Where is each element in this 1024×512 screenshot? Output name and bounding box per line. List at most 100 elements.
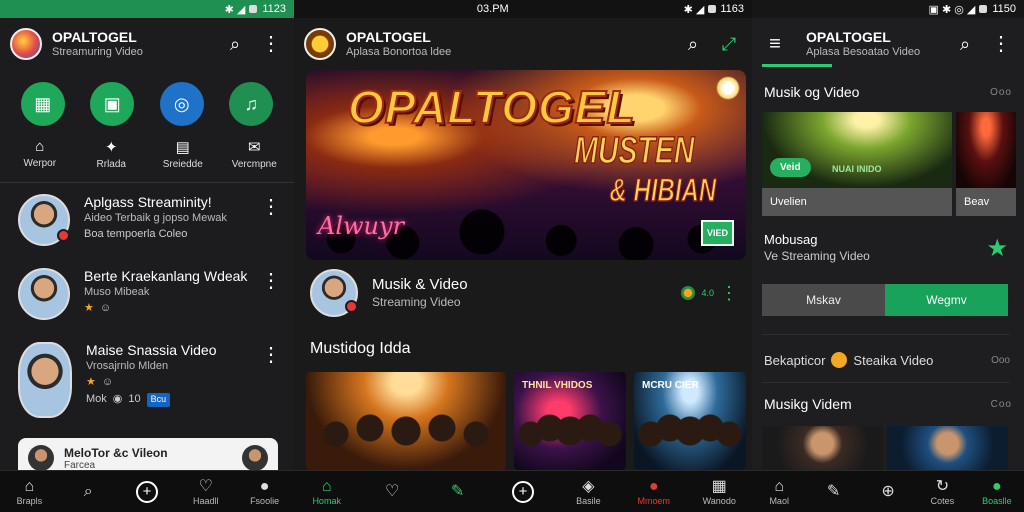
nav-edit[interactable]: ✎	[806, 483, 860, 501]
person-icon: ●	[259, 477, 270, 495]
section-header: Musikg Videm Coo	[764, 396, 1012, 412]
list-item[interactable]: Maise Snassia Video Vrosajrnlo Mlden ★ ☺ …	[0, 334, 294, 424]
live-badge	[345, 300, 358, 313]
add-icon: +	[511, 480, 534, 503]
app-title: OPALTOGEL	[346, 29, 431, 45]
heart-icon: ♡	[384, 482, 400, 500]
quick-link-star[interactable]: ✦ Rrlada	[78, 138, 144, 170]
nav-shield[interactable]: ◈ Basile	[560, 478, 616, 506]
nav-add[interactable]: +	[119, 480, 175, 503]
menu-icon[interactable]: ≡	[762, 31, 788, 57]
channel-subtitle: Streaming Video	[372, 294, 461, 309]
video-thumbnail[interactable]: THNIL VHIDOS	[514, 372, 626, 470]
status-icons: ▣ ✱ ◎ ◢	[929, 3, 988, 16]
app-bar: OPALTOGEL Aplasa Bonortoa ldee ⌕ ⤢	[294, 18, 752, 70]
star-icon[interactable]: ★	[986, 234, 1008, 263]
channel-row[interactable]: Musik & Video Streaming Video 4.0 ⋮	[310, 266, 738, 320]
list-item[interactable]: Aplgass Streaminity! Aideo Terbaik g jop…	[0, 186, 294, 260]
music-icon[interactable]: ♫	[229, 82, 274, 126]
spotlight-icon	[716, 76, 740, 100]
add-icon: +	[135, 480, 158, 503]
section-more[interactable]: Coo	[991, 399, 1012, 410]
video-thumbnail[interactable]	[306, 372, 506, 470]
nav-edit[interactable]: ✎	[430, 483, 486, 501]
quick-link-home[interactable]: ⌂ Werpor	[7, 138, 73, 170]
more-icon[interactable]: ⋮	[258, 194, 284, 220]
nav-home[interactable]: ⌂ Brapls	[1, 478, 57, 506]
nav-add[interactable]: +	[495, 480, 551, 503]
hero-line2: MUSTEN	[573, 129, 694, 173]
card-tag: NUAI INIDO	[832, 164, 882, 174]
more-icon[interactable]: ⋮	[258, 31, 284, 57]
avatar	[242, 445, 268, 471]
segment-option[interactable]: Mskav	[762, 284, 885, 316]
play-pill[interactable]: Veid	[770, 158, 811, 177]
home-icon: ⌂	[24, 477, 35, 495]
compass-icon[interactable]: ◎	[159, 82, 204, 126]
card-caption: Uvelien	[762, 188, 952, 216]
nav-record[interactable]: ● Mmoem	[626, 478, 682, 506]
hero-badge[interactable]: VIED	[700, 220, 734, 246]
video-thumbnail[interactable]	[762, 426, 883, 470]
nav-globe[interactable]: ⊕	[861, 483, 915, 501]
status-icons: ✱ ◢ 1163	[683, 3, 744, 16]
nav-refresh[interactable]: ↻ Cotes	[915, 478, 969, 506]
nav-calendar[interactable]: ▦ Wanodo	[691, 478, 747, 506]
more-icon[interactable]: ⋮	[258, 268, 284, 294]
video-thumbnail[interactable]: MCRU CIER	[634, 372, 746, 470]
card-caption: Beav	[956, 188, 1016, 216]
list-item[interactable]: Berte Kraekanlang Wdeak Muso Mibeak ★ ☺ ⋮	[0, 260, 294, 334]
nav-label: Homak	[312, 495, 341, 506]
pen-icon: ✎	[450, 482, 465, 500]
category-row: ▦ ▣ ◎ ♫	[0, 82, 294, 126]
mail-icon: ✉	[247, 139, 261, 156]
avatar	[310, 269, 358, 317]
nav-profile[interactable]: ● Boaslle	[970, 478, 1024, 506]
nav-heart[interactable]: ♡ Haadll	[178, 478, 234, 506]
divider	[0, 182, 294, 183]
section-header: Musik og Video Ooo	[764, 84, 1012, 100]
film-icon[interactable]: ▦	[20, 82, 65, 126]
avatar	[28, 445, 54, 471]
nav-profile[interactable]: ● Fsoolie	[237, 478, 293, 506]
quick-link-chat[interactable]: ▤ Sreiedde	[150, 138, 216, 170]
more-icon[interactable]: ⋮	[258, 342, 284, 368]
video-card[interactable]: Beav	[956, 112, 1016, 216]
concert-image	[956, 112, 1016, 188]
nav-search[interactable]: ⌕	[60, 483, 116, 501]
search-icon[interactable]: ⌕	[222, 31, 248, 57]
hero-banner[interactable]: OPALTOGEL MUSTEN & HIBIAN Alwuyr VIED	[306, 70, 746, 260]
hero-title: OPALTOGEL	[347, 80, 636, 134]
section-more[interactable]: Ooo	[990, 87, 1012, 98]
globe-icon: ⊕	[881, 482, 895, 500]
app-title: OPALTOGEL	[806, 29, 891, 45]
quick-link-mail[interactable]: ✉ Vercmpne	[221, 138, 287, 170]
nav-label: Cotes	[930, 495, 955, 506]
star-icon: ★	[84, 302, 94, 315]
nav-label: Fsoolie	[250, 495, 280, 506]
search-icon[interactable]: ⌕	[952, 31, 978, 57]
segment-option-active[interactable]: Wegmv	[885, 284, 1008, 316]
video-thumbnail[interactable]	[887, 426, 1008, 470]
nav-label: Wanodo	[702, 495, 736, 506]
nav-home[interactable]: ⌂ Maol	[752, 478, 806, 506]
more-icon[interactable]: ⋮	[988, 31, 1014, 57]
cast-icon[interactable]: ⤢	[716, 31, 742, 57]
video-card[interactable]: Veid NUAI INIDO Uvelien	[762, 112, 952, 216]
home-icon: ⌂	[35, 138, 45, 155]
nav-home[interactable]: ⌂ Homak	[299, 478, 355, 506]
video-thumbnails: THNIL VHIDOS MCRU CIER	[306, 372, 746, 470]
heart-icon: ♡	[198, 477, 213, 495]
row-more[interactable]: Ooo	[991, 355, 1010, 366]
info-row[interactable]: Bekapticor Steaika Video Ooo	[764, 352, 1010, 368]
search-icon[interactable]: ⌕	[680, 31, 706, 57]
nav-heart[interactable]: ♡	[364, 483, 420, 501]
section-title: Musik og Video	[764, 84, 860, 100]
quick-label: Vercmpne	[231, 159, 277, 170]
divider	[762, 382, 1010, 383]
nav-label: Brapls	[16, 495, 43, 506]
video-thumbnails	[762, 426, 1008, 470]
more-icon[interactable]: ⋮	[720, 284, 738, 302]
tv-icon[interactable]: ▣	[90, 82, 135, 126]
nav-label: Haadll	[193, 495, 219, 506]
